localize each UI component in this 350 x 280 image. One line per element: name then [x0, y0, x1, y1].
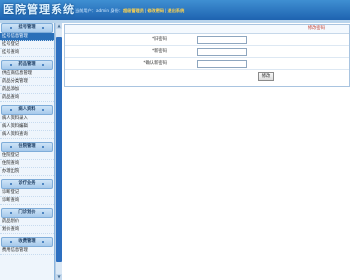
new-password-label: *新密码 [151, 49, 167, 54]
submit-button[interactable]: 修改 [258, 72, 274, 81]
menu-item-drug-pricing[interactable]: 药品划价 [0, 218, 54, 226]
menu-item-diagnosis-add[interactable]: 诊断登记 [0, 189, 54, 197]
scroll-down-icon[interactable]: ▼ [56, 274, 62, 280]
menu-item-supplier-manage[interactable]: 供应商信息管理 [0, 70, 54, 78]
menu-item-patient-entry[interactable]: 病人资料录入 [0, 115, 54, 123]
main-content: 修改密码 *旧密码 *新密码 *确认新密码 修改 [64, 23, 350, 280]
user-info-bar: 当前用户：admin 身份：超级管理员|修改密码|退出系统 [75, 7, 184, 14]
top-banner: 医院管理系统 当前用户：admin 身份：超级管理员|修改密码|退出系统 [0, 0, 350, 20]
new-password-input[interactable] [197, 48, 247, 56]
app-title: 医院管理系统 [3, 3, 75, 16]
menu-item-patient-edit[interactable]: 病人资料编辑 [0, 123, 54, 131]
menu-item-diagnosis-query[interactable]: 诊断查询 [0, 197, 54, 205]
menu-item-registration-query[interactable]: 挂号查询 [0, 49, 54, 57]
menu-group-registration[interactable]: 挂号管理 [1, 23, 53, 33]
menu-group-drugs[interactable]: 药品管理 [1, 60, 53, 70]
menu-item-registration-add[interactable]: 挂号登记 [0, 41, 54, 49]
role-text: 超级管理员 [122, 8, 144, 13]
form-row: *旧密码 [65, 34, 349, 46]
menu-item-patient-query[interactable]: 病人资料查询 [0, 131, 54, 139]
confirm-password-input[interactable] [197, 60, 247, 68]
old-password-input[interactable] [197, 36, 247, 44]
form-actions: 修改 [65, 70, 349, 82]
menu-group-patients[interactable]: 病人资料 [1, 105, 53, 115]
old-password-label: *旧密码 [151, 37, 167, 42]
menu-item-registration-manage[interactable]: 挂号信息管理 [0, 33, 54, 41]
menu-item-pricing-query[interactable]: 划价查询 [0, 226, 54, 234]
scroll-up-icon[interactable]: ▲ [56, 23, 62, 29]
scroll-thumb[interactable] [56, 37, 62, 262]
form-row: *确认新密码 [65, 58, 349, 70]
menu-item-admission[interactable]: 住院登记 [0, 152, 54, 160]
change-password-link[interactable]: 修改密码 [147, 8, 164, 13]
menu-group-diagnosis[interactable]: 诊疗业务 [1, 179, 53, 189]
form-title: 修改密码 [65, 25, 349, 34]
menu-group-pricing[interactable]: 门诊划价 [1, 208, 53, 218]
separator: | [165, 8, 167, 13]
menu-item-fee-manage[interactable]: 费用信息管理 [0, 247, 54, 255]
menu-item-drug-add[interactable]: 药品添加 [0, 86, 54, 94]
menu-item-drug-query[interactable]: 药品查询 [0, 94, 54, 102]
menu-group-billing[interactable]: 收费管理 [1, 237, 53, 247]
menu-item-admission-query[interactable]: 住院查询 [0, 160, 54, 168]
logout-link[interactable]: 退出系统 [168, 8, 185, 13]
menu-item-drug-category[interactable]: 药品分类管理 [0, 78, 54, 86]
sidebar-scrollbar[interactable]: ▲ ▼ [55, 23, 62, 280]
form-row: *新密码 [65, 46, 349, 58]
change-password-form: 修改密码 *旧密码 *新密码 *确认新密码 修改 [64, 24, 350, 87]
sidebar-menu: 挂号管理 挂号信息管理 挂号登记 挂号查询 药品管理 供应商信息管理 药品分类管… [0, 23, 55, 280]
menu-item-discharge[interactable]: 办理出院 [0, 168, 54, 176]
confirm-password-label: *确认新密码 [143, 61, 167, 66]
menu-group-inpatient[interactable]: 住院管理 [1, 142, 53, 152]
current-user-text: 当前用户：admin 身份： [75, 8, 123, 13]
